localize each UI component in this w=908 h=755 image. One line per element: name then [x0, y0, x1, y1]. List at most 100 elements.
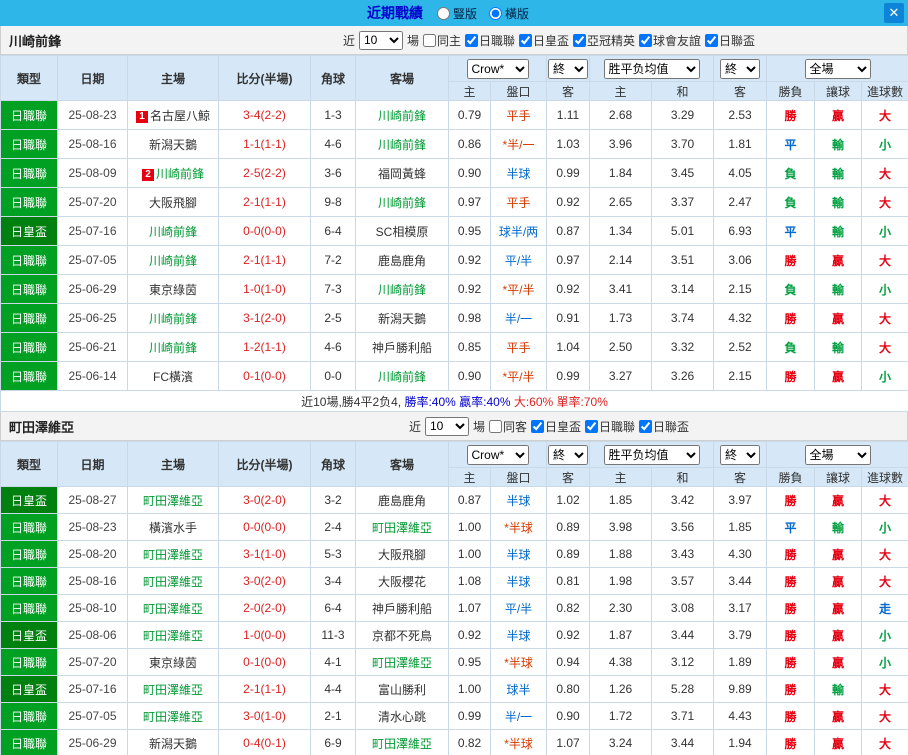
checkbox-input[interactable] — [573, 33, 587, 47]
filter-checkbox-同客[interactable]: 同客 — [488, 418, 527, 435]
league-badge: 日皇盃 — [0, 216, 58, 246]
result-handicap: 輸 — [814, 675, 862, 703]
home-team: 2 川崎前鋒 — [127, 158, 219, 188]
filter-checkbox-日聯盃[interactable]: 日聯盃 — [705, 32, 755, 49]
filter-checkbox-同主[interactable]: 同主 — [422, 32, 461, 49]
sub-avg-draw: 和 — [651, 467, 714, 487]
avg-draw: 3.44 — [651, 729, 714, 755]
handicap: 半球 — [490, 621, 547, 649]
radio-vertical-input[interactable] — [436, 6, 450, 20]
league-badge: 日職聯 — [0, 187, 58, 217]
checkbox-input[interactable] — [422, 33, 436, 47]
match-score: 3-1(2-0) — [218, 303, 311, 333]
league-badge: 日職聯 — [0, 729, 58, 755]
checkbox-input[interactable] — [705, 33, 719, 47]
checkbox-input[interactable] — [488, 419, 502, 433]
match-date: 25-07-20 — [57, 187, 128, 217]
sub-away-odds: 客 — [546, 81, 590, 101]
odds-away: 0.92 — [546, 274, 590, 304]
avg-draw: 3.32 — [651, 332, 714, 362]
home-team: FC橫濱 — [127, 361, 219, 391]
final-odds-select[interactable]: 終 — [548, 58, 588, 79]
col-away: 客場 — [355, 441, 449, 487]
odds-home: 1.00 — [448, 513, 491, 541]
home-team: 町田澤維亞 — [127, 702, 219, 730]
result-handicap: 贏 — [814, 729, 862, 755]
red-card-badge: 1 — [135, 110, 148, 123]
avg-odds-select[interactable]: 胜平负均值 — [603, 58, 700, 79]
avg-home: 1.34 — [589, 216, 652, 246]
final-avg-select[interactable]: 終 — [720, 444, 760, 465]
odds-source-select[interactable]: Crow* — [466, 58, 529, 79]
odds-away: 0.94 — [546, 648, 590, 676]
corner-score: 6-9 — [310, 729, 356, 755]
matches-unit-label: 場 — [472, 419, 485, 434]
corner-score: 4-6 — [310, 129, 356, 159]
filter-checkbox-日職聯[interactable]: 日職聯 — [464, 32, 515, 49]
radio-horizontal-input[interactable] — [489, 6, 502, 20]
handicap: 平/半 — [490, 594, 547, 622]
filter-checkbox-日職聯[interactable]: 日職聯 — [585, 418, 635, 435]
away-team: 町田澤維亞 — [355, 729, 449, 755]
checkbox-input[interactable] — [531, 419, 544, 433]
final-avg-select[interactable]: 終 — [720, 58, 760, 79]
checkbox-input[interactable] — [639, 419, 653, 433]
checkbox-input[interactable] — [464, 33, 478, 47]
checkbox-input[interactable] — [639, 33, 653, 47]
away-team: 大阪飛腳 — [355, 540, 449, 568]
match-score: 2-0(2-0) — [218, 594, 311, 622]
handicap: *半/一 — [490, 129, 547, 159]
sub-avg-away: 客 — [713, 467, 767, 487]
radio-horizontal-layout[interactable]: 橫版 — [489, 5, 529, 22]
filter-checkbox-日聯盃[interactable]: 日聯盃 — [639, 418, 689, 435]
corner-score: 4-1 — [310, 648, 356, 676]
filter-bar: 近 10 場 同客 日皇盃 日職聯 日聯盃 — [199, 416, 899, 436]
result-goals: 大 — [861, 567, 908, 595]
avg-home: 1.87 — [589, 621, 652, 649]
avg-draw: 5.01 — [651, 216, 714, 246]
col-date: 日期 — [57, 55, 128, 101]
result-handicap: 輸 — [814, 158, 862, 188]
match-date: 25-06-29 — [57, 729, 128, 755]
home-team: 川崎前鋒 — [127, 216, 219, 246]
match-date: 25-06-21 — [57, 332, 128, 362]
handicap: 球半/两 — [490, 216, 547, 246]
filter-checkbox-日皇盃[interactable]: 日皇盃 — [519, 32, 569, 49]
col-date: 日期 — [57, 441, 128, 487]
match-row: 日職聯 25-06-25 川崎前鋒 3-1(2-0) 2-5 新潟天鵝 0.98 半/一 0.9… — [0, 303, 908, 333]
sub-home-odds: 主 — [448, 81, 491, 101]
summary-segment: 單率:70% — [556, 394, 608, 409]
odds-home: 0.98 — [448, 303, 491, 333]
odds-away: 1.03 — [546, 129, 590, 159]
summary-row: 近10場,勝4平2负4, 勝率:40% 贏率:40% 大:60% 單率:70% — [0, 390, 908, 412]
result-winloss: 平 — [766, 216, 815, 246]
match-date: 25-07-20 — [57, 648, 128, 676]
avg-odds-select[interactable]: 胜平负均值 — [603, 444, 700, 465]
result-winloss: 勝 — [766, 648, 815, 676]
avg-draw: 3.12 — [651, 648, 714, 676]
checkbox-input[interactable] — [519, 33, 532, 47]
home-team: 川崎前鋒 — [127, 303, 219, 333]
filter-checkbox-亞冠精英[interactable]: 亞冠精英 — [573, 32, 635, 49]
checkbox-input[interactable] — [585, 419, 599, 433]
avg-draw: 3.14 — [651, 274, 714, 304]
match-score: 2-1(1-1) — [218, 675, 311, 703]
fullmatch-select[interactable]: 全場 — [804, 444, 871, 465]
final-odds-select[interactable]: 終 — [548, 444, 588, 465]
match-count-select[interactable]: 10 — [358, 30, 403, 50]
dialog-title: 近期戰績 — [366, 5, 423, 21]
match-score: 3-0(2-0) — [218, 486, 311, 514]
final-avg-header: 終 — [713, 55, 767, 82]
radio-vertical-layout[interactable]: 豎版 — [436, 5, 477, 22]
away-team: 京都不死鳥 — [355, 621, 449, 649]
result-winloss: 勝 — [766, 540, 815, 568]
avg-draw: 3.26 — [651, 361, 714, 391]
handicap: *半球 — [490, 513, 547, 541]
match-count-select[interactable]: 10 — [424, 416, 469, 436]
close-icon[interactable]: ✕ — [884, 3, 904, 23]
result-goals: 大 — [861, 729, 908, 755]
filter-checkbox-球會友誼[interactable]: 球會友誼 — [639, 32, 701, 49]
fullmatch-select[interactable]: 全場 — [804, 58, 871, 79]
filter-checkbox-日皇盃[interactable]: 日皇盃 — [531, 418, 581, 435]
odds-source-select[interactable]: Crow* — [466, 444, 529, 465]
